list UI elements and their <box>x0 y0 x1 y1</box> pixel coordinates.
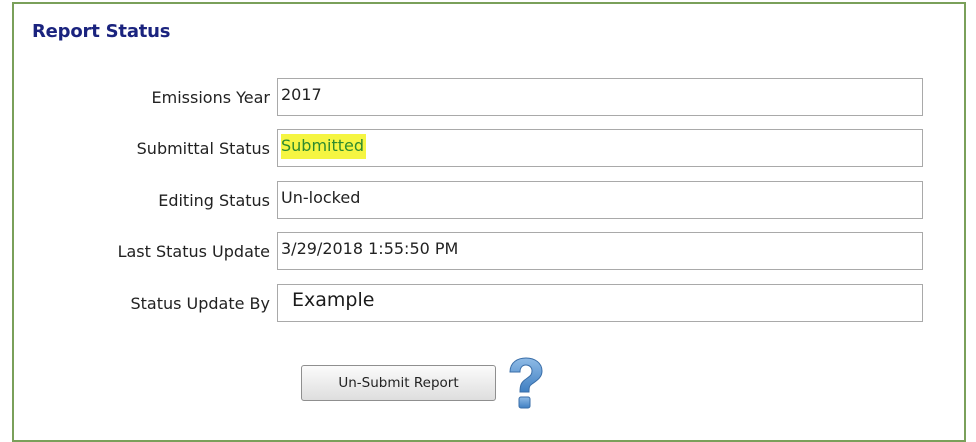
submittal-status-value: Submitted <box>281 134 367 159</box>
editing-status-label: Editing Status <box>158 191 270 210</box>
row-submittal-status: Submittal Status Submitted <box>14 129 968 169</box>
row-status-update-by: Status Update By Example <box>14 284 968 324</box>
submittal-status-label: Submittal Status <box>136 139 270 158</box>
row-last-status-update: Last Status Update 3/29/2018 1:55:50 PM <box>14 232 968 272</box>
submittal-status-field: Submitted <box>277 129 923 167</box>
row-emissions-year: Emissions Year 2017 <box>14 78 968 118</box>
status-update-by-value: Example <box>292 289 375 311</box>
last-status-update-label: Last Status Update <box>117 242 270 261</box>
emissions-year-label: Emissions Year <box>151 88 270 107</box>
editing-status-field: Un-locked <box>277 181 923 219</box>
question-mark-icon[interactable] <box>504 356 548 412</box>
panel-title: Report Status <box>32 21 171 42</box>
emissions-year-value: 2017 <box>281 85 322 104</box>
help-icon-graphic <box>509 357 543 409</box>
emissions-year-field: 2017 <box>277 78 923 116</box>
last-status-update-field: 3/29/2018 1:55:50 PM <box>277 232 923 270</box>
editing-status-value: Un-locked <box>281 188 361 207</box>
status-update-by-label: Status Update By <box>130 294 270 313</box>
report-status-panel: Report Status Emissions Year 2017 Submit… <box>12 2 966 442</box>
row-editing-status: Editing Status Un-locked <box>14 181 968 221</box>
status-update-by-field: Example <box>277 284 923 322</box>
unsubmit-report-button[interactable]: Un-Submit Report <box>301 365 496 401</box>
last-status-update-value: 3/29/2018 1:55:50 PM <box>281 239 459 258</box>
